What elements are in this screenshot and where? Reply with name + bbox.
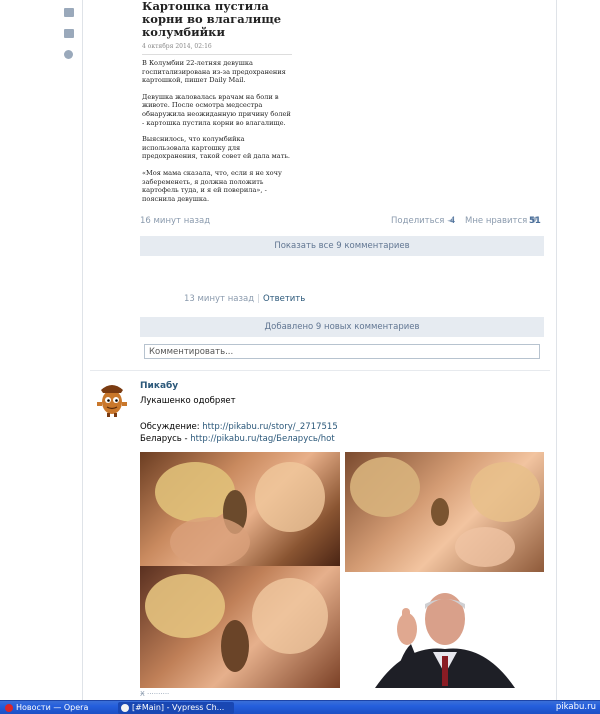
post-line: Лукашенко одобряет [140,396,236,406]
post-line: Обсуждение: http://pikabu.ru/story/_2717… [140,421,338,434]
post-line: Беларусь - http://pikabu.ru/tag/Беларусь… [140,433,338,446]
photo-content [375,593,515,688]
share-button[interactable]: Поделиться ◄ [391,216,454,226]
taskbar: Новости — Opera [#Main] - Vypress Ch... … [0,700,600,714]
discussion-label: Обсуждение: [140,421,203,432]
show-all-comments-button[interactable]: Показать все 9 комментариев [140,236,544,256]
like-label: Мне нравится [465,216,528,226]
comment-time[interactable]: 13 минут назад [184,294,254,304]
pikabu-avatar[interactable] [92,378,132,418]
photo-content [155,462,325,566]
belarus-link[interactable]: http://pikabu.ru/tag/Беларусь/hot [190,434,334,444]
post-time[interactable]: 16 минут назад [140,216,210,226]
like-count: 51 [529,216,541,226]
discussion-link[interactable]: http://pikabu.ru/story/_2717515 [202,422,337,432]
photo-content [145,574,328,672]
article-body: В Колумбии 22-летняя девушка госпитализи… [142,59,292,203]
screenshot-frame: Картошка пустила корни во влагалище колу… [0,0,600,714]
article-paragraph: В Колумбии 22-летняя девушка госпитализи… [142,59,286,85]
gear-icon[interactable] [64,50,73,59]
left-divider [82,0,83,700]
share-label: Поделиться [391,216,445,226]
new-comments-button[interactable]: Добавлено 9 новых комментариев [140,317,544,337]
comment-footer: 13 минут назад | Ответить [184,294,305,304]
article-paragraph: «Моя мама сказала, что, если я не хочу з… [142,168,282,203]
watermark: pikabu.ru [555,702,596,712]
cut-off-text: Ӿ ·········· [140,690,170,698]
mail-icon[interactable] [64,8,74,17]
post-divider [90,370,550,371]
vypress-icon [121,704,129,712]
separator: | [257,294,260,304]
share-count: 4 [450,216,456,226]
right-divider [556,0,557,700]
belarus-label: Беларусь - [140,434,191,445]
article-paragraph: Девушка жаловалась врачам на боли в живо… [142,92,291,127]
post-author-link[interactable]: Пикабу [140,381,178,391]
taskbar-label: [#Main] - Vypress Ch... [132,703,225,712]
post-photo[interactable] [140,566,340,688]
opera-icon [5,704,13,712]
left-icon-column [64,8,76,71]
comment-input[interactable]: Комментировать... [144,344,540,359]
reply-link[interactable]: Ответить [263,294,305,304]
taskbar-vypress-button[interactable]: [#Main] - Vypress Ch... [118,702,234,714]
article-date: 4 октября 2014, 02:16 [142,43,292,55]
like-button[interactable]: Мне нравится ♥ [465,216,538,226]
taskbar-label: Новости — Opera [16,703,89,712]
news-article-image: Картошка пустила корни во влагалище колу… [142,0,292,211]
photo-content [350,457,540,567]
taskbar-opera-button[interactable]: Новости — Opera [2,702,114,714]
article-paragraph: Выяснилось, что колумбийка использовала … [142,135,291,161]
post-meta-row: 16 минут назад Поделиться ◄ 4 Мне нравит… [140,216,544,230]
post-photo[interactable] [345,574,544,688]
post-photo[interactable] [345,452,544,572]
article-title: Картошка пустила корни во влагалище колу… [142,0,282,39]
comment-icon[interactable] [64,29,74,38]
post-photo[interactable] [140,452,340,566]
post-text: Лукашенко одобряет Обсуждение: http://pi… [140,395,338,446]
